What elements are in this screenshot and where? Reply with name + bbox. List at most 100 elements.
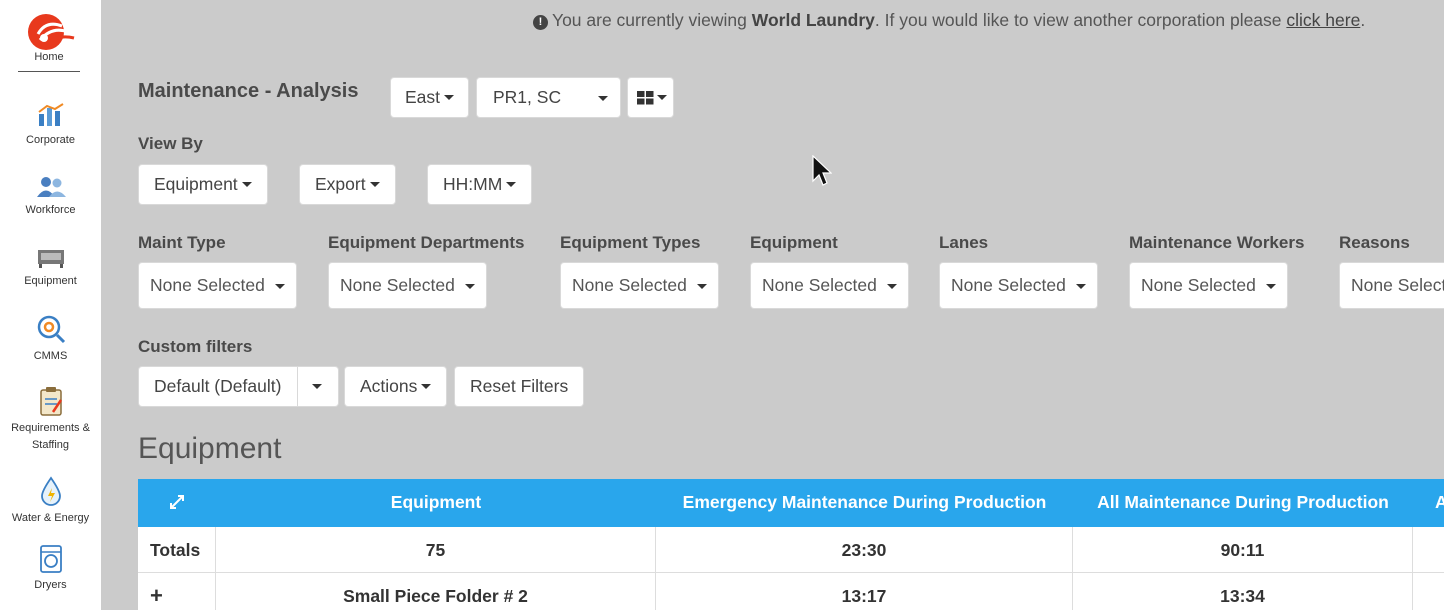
region-value: East — [405, 87, 441, 107]
info-icon: ! — [533, 15, 548, 30]
sidebar-item-cmms[interactable]: CMMS — [0, 314, 101, 365]
button-label: Equipment — [154, 174, 238, 194]
sidebar-item-label: Equipment — [24, 275, 77, 287]
equipment-departments-select[interactable]: None Selected — [328, 262, 487, 309]
column-header-all-maintenance[interactable]: All Maintenance During Production — [1073, 479, 1413, 527]
sidebar-item-dryers[interactable]: Dryers — [0, 545, 101, 594]
sidebar-item-label: Water & Energy — [11, 512, 90, 524]
corporation-name: World Laundry — [751, 10, 875, 30]
filter-label-lanes: Lanes — [939, 233, 989, 252]
sidebar: Home Corporate Workforce Equipment CMMS — [0, 0, 101, 610]
expand-table-button[interactable] — [138, 479, 216, 527]
sidebar-item-water-energy[interactable]: Water & Energy — [0, 476, 101, 527]
select-value: None Selected — [572, 275, 687, 295]
notice-text-2: . If you would like to view another corp… — [874, 10, 1287, 30]
select-value: None Selected — [762, 275, 877, 295]
column-header-emergency-maintenance[interactable]: Emergency Maintenance During Production — [656, 479, 1073, 527]
corporation-notice: ! You are currently viewing World Laundry… — [533, 10, 1365, 31]
home-link[interactable]: Home — [18, 10, 80, 72]
filter-label-equipment-types: Equipment Types — [560, 233, 701, 252]
table-header: Equipment Emergency Maintenance During P… — [138, 479, 1444, 527]
sidebar-item-label: Corporate — [26, 134, 75, 146]
sidebar-item-corporate[interactable]: Corporate — [0, 102, 101, 149]
sidebar-item-equipment[interactable]: Equipment — [0, 247, 101, 290]
totals-label: Totals — [138, 527, 216, 573]
sidebar-item-label: CMMS — [33, 350, 68, 362]
region-dropdown[interactable]: East — [390, 77, 470, 118]
sidebar-item-label: Workforce — [25, 204, 76, 216]
section-title: Equipment — [138, 432, 282, 465]
caret-down-icon — [275, 284, 285, 289]
table-cell: 90:11 — [1073, 527, 1413, 573]
caret-down-icon — [697, 284, 707, 289]
table-cell: 23:30 — [656, 527, 1073, 573]
caret-down-icon — [887, 284, 897, 289]
filter-label-equipment: Equipment — [750, 233, 838, 252]
water-drop-icon — [40, 476, 61, 506]
gear-search-icon — [37, 315, 65, 344]
plants-dropdown[interactable]: PR1, SC — [476, 77, 621, 118]
button-label: HH:MM — [443, 174, 503, 194]
sidebar-item-workforce[interactable]: Workforce — [0, 176, 101, 219]
reasons-select[interactable]: None Select — [1339, 262, 1444, 309]
caret-down-icon — [369, 182, 380, 187]
maintenance-workers-select[interactable]: None Selected — [1129, 262, 1288, 309]
plants-value: PR1, SC — [493, 87, 562, 107]
maint-type-select[interactable]: None Selected — [138, 262, 297, 309]
custom-filter-value: Default (Default) — [154, 376, 282, 396]
notice-text: You are currently viewing — [552, 10, 752, 30]
table-cell — [1413, 527, 1444, 573]
caret-down-icon — [1266, 284, 1276, 289]
table-row: + Small Piece Folder # 2 13:17 13:34 — [138, 573, 1444, 610]
column-header-equipment[interactable]: Equipment — [216, 479, 656, 527]
expand-icon — [170, 495, 184, 509]
table-row-totals: Totals 75 23:30 90:11 — [138, 527, 1444, 573]
filter-label-maint-type: Maint Type — [138, 233, 226, 252]
filter-label-reasons: Reasons — [1339, 233, 1410, 252]
custom-filter-dropdown-toggle[interactable] — [297, 366, 339, 407]
grid-icon — [637, 91, 654, 105]
filter-label-equipment-departments: Equipment Departments — [328, 233, 525, 252]
switch-corporation-link[interactable]: click here — [1286, 10, 1360, 30]
caret-down-icon — [421, 384, 432, 389]
bar-chart-icon — [37, 103, 64, 126]
logo-icon — [28, 14, 75, 50]
layout-grid-dropdown[interactable] — [627, 77, 674, 118]
caret-down-icon — [1076, 284, 1086, 289]
expand-row-button[interactable]: + — [138, 573, 216, 610]
button-label: Reset Filters — [470, 376, 569, 396]
home-label: Home — [34, 51, 64, 63]
reset-filters-button[interactable]: Reset Filters — [454, 366, 585, 407]
custom-filters-label: Custom filters — [138, 337, 253, 356]
table-cell — [1413, 573, 1444, 610]
sidebar-item-label: Dryers — [34, 579, 67, 591]
notice-suffix: . — [1360, 10, 1366, 30]
page-title: Maintenance - Analysis — [138, 80, 359, 102]
view-by-equipment-button[interactable]: Equipment — [138, 164, 268, 205]
select-value: None Selected — [951, 275, 1066, 295]
sidebar-item-requirements-staffing[interactable]: Requirements & Staffing — [0, 386, 101, 454]
equipment-select[interactable]: None Selected — [750, 262, 909, 309]
mouse-cursor-icon — [812, 155, 832, 186]
dryer-icon — [39, 545, 62, 573]
table-cell: 13:34 — [1073, 573, 1413, 610]
button-label: Export — [315, 174, 366, 194]
select-value: None Selected — [150, 275, 265, 295]
button-label: Actions — [360, 376, 418, 396]
caret-down-icon — [506, 182, 517, 187]
machine-icon — [37, 250, 64, 268]
users-icon — [36, 177, 66, 197]
time-format-button[interactable]: HH:MM — [427, 164, 533, 205]
select-value: None Select — [1351, 275, 1444, 295]
table-cell: 13:17 — [656, 573, 1073, 610]
export-button[interactable]: Export — [299, 164, 396, 205]
filter-label-maintenance-workers: Maintenance Workers — [1129, 233, 1305, 252]
actions-button[interactable]: Actions — [344, 366, 448, 407]
column-header-truncated[interactable]: A — [1413, 479, 1444, 527]
caret-down-icon — [598, 96, 608, 101]
equipment-types-select[interactable]: None Selected — [560, 262, 719, 309]
lanes-select[interactable]: None Selected — [939, 262, 1098, 309]
sidebar-item-label: Requirements & — [11, 422, 90, 434]
caret-down-icon — [657, 95, 667, 100]
custom-filter-select[interactable]: Default (Default) — [138, 366, 298, 407]
